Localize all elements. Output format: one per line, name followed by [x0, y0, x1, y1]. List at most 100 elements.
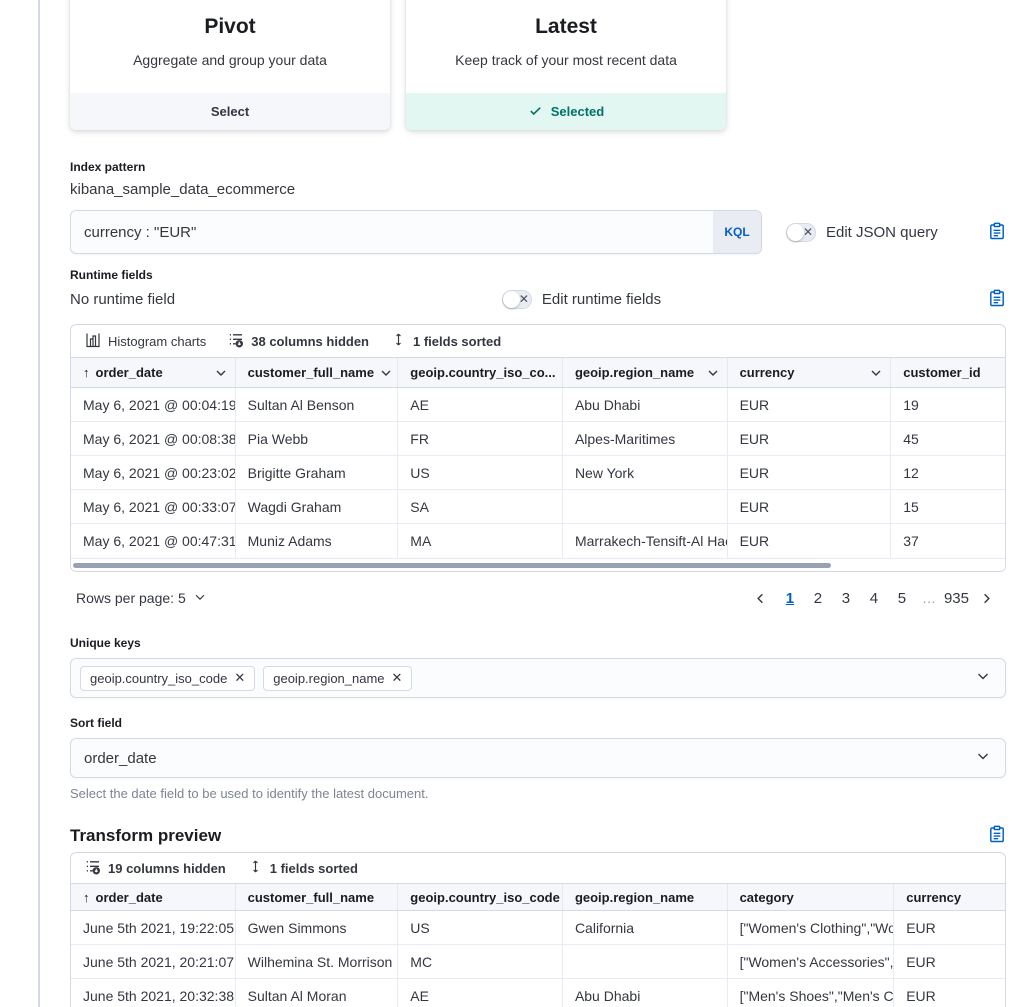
grid-cell[interactable]: AE: [398, 388, 563, 421]
grid-cell[interactable]: [563, 945, 728, 978]
grid-cell[interactable]: May 6, 2021 @ 00:23:02...: [71, 456, 236, 489]
unique-key-pill[interactable]: geoip.region_name ✕: [263, 666, 412, 691]
copy-json-query-button[interactable]: [988, 222, 1006, 243]
unique-keys-combobox[interactable]: geoip.country_iso_code✕ geoip.region_name…: [70, 658, 1006, 698]
column-label: order_date: [96, 890, 163, 905]
fields-sorted-button[interactable]: 1 fields sorted: [383, 328, 509, 354]
grid-cell[interactable]: Brigitte Graham: [236, 456, 399, 489]
fields-sorted-button[interactable]: 1 fields sorted: [240, 855, 366, 881]
column-header-customer_full_name[interactable]: customer_full_name: [236, 884, 399, 910]
grid-cell[interactable]: May 6, 2021 @ 00:08:38...: [71, 422, 236, 455]
grid-cell[interactable]: ["Women's Accessories","...: [728, 945, 895, 978]
grid-cell[interactable]: Alpes-Maritimes: [563, 422, 728, 455]
grid-cell[interactable]: ["Women's Clothing","Wo...: [728, 911, 895, 944]
query-text[interactable]: currency : "EUR": [71, 211, 713, 253]
grid-cell[interactable]: EUR: [728, 490, 892, 523]
grid-cell[interactable]: ["Men's Shoes","Men's Cl...: [728, 979, 895, 1007]
grid-cell[interactable]: US: [398, 456, 563, 489]
grid-cell[interactable]: 15: [891, 490, 1005, 523]
grid-cell[interactable]: New York: [563, 456, 728, 489]
page-button-3[interactable]: 3: [834, 586, 858, 610]
latest-card[interactable]: Latest Keep track of your most recent da…: [406, 0, 726, 130]
page-button-5[interactable]: 5: [890, 586, 914, 610]
edit-json-query-toggle[interactable]: ✕: [786, 223, 816, 242]
copy-runtime-fields-button[interactable]: [988, 289, 1006, 310]
rows-per-page-button[interactable]: Rows per page: 5: [76, 590, 207, 607]
grid-cell[interactable]: AE: [398, 979, 563, 1007]
column-header-order_date[interactable]: ↑order_date: [71, 884, 236, 910]
grid-cell[interactable]: Wilhemina St. Morrison: [236, 945, 399, 978]
grid-cell[interactable]: May 6, 2021 @ 00:47:31...: [71, 524, 236, 558]
page-button-4[interactable]: 4: [862, 586, 886, 610]
pivot-select-button[interactable]: Select: [70, 93, 390, 130]
grid-cell[interactable]: Muniz Adams: [236, 524, 399, 558]
remove-key-icon[interactable]: ✕: [392, 670, 403, 686]
grid-cell[interactable]: EUR: [894, 911, 1005, 944]
grid-cell[interactable]: 45: [891, 422, 1005, 455]
grid-cell[interactable]: Abu Dhabi: [563, 388, 728, 421]
remove-key-icon[interactable]: ✕: [234, 670, 245, 686]
grid-cell[interactable]: Gwen Simmons: [236, 911, 399, 944]
grid-cell[interactable]: May 6, 2021 @ 00:04:19...: [71, 388, 236, 421]
unique-key-label: geoip.region_name: [273, 671, 384, 686]
grid-cell[interactable]: MC: [398, 945, 563, 978]
column-label: geoip.region_name: [575, 365, 694, 380]
latest-selected-button[interactable]: Selected: [406, 93, 726, 130]
chevron-down-icon[interactable]: [975, 668, 991, 689]
column-header-currency[interactable]: currency: [728, 358, 892, 387]
grid-cell[interactable]: Pia Webb: [236, 422, 399, 455]
grid-cell[interactable]: EUR: [728, 388, 892, 421]
column-header-order_date[interactable]: ↑order_date: [71, 358, 236, 387]
column-header-currency[interactable]: currency: [894, 884, 1005, 910]
columns-hidden-button[interactable]: 38 columns hidden: [220, 328, 377, 355]
sort-field-select[interactable]: order_date: [70, 738, 1006, 778]
horizontal-scrollbar-thumb[interactable]: [73, 563, 831, 568]
grid-cell[interactable]: [563, 490, 728, 523]
histogram-charts-button[interactable]: Histogram charts: [77, 328, 214, 355]
grid-cell[interactable]: Sultan Al Moran: [236, 979, 399, 1007]
grid-cell[interactable]: June 5th 2021, 20:32:38: [71, 979, 236, 1007]
grid-cell[interactable]: May 6, 2021 @ 00:33:07...: [71, 490, 236, 523]
grid-cell[interactable]: MA: [398, 524, 563, 558]
grid-cell[interactable]: 12: [891, 456, 1005, 489]
grid-cell[interactable]: June 5th 2021, 20:21:07: [71, 945, 236, 978]
page-button-2[interactable]: 2: [806, 586, 830, 610]
column-header-customer_full_name[interactable]: customer_full_name: [236, 358, 399, 387]
grid-cell[interactable]: 19: [891, 388, 1005, 421]
copy-preview-button[interactable]: [988, 825, 1006, 846]
grid-cell[interactable]: EUR: [894, 979, 1005, 1007]
grid-cell[interactable]: EUR: [728, 524, 892, 558]
unique-key-pill[interactable]: geoip.country_iso_code✕: [80, 666, 255, 691]
grid-cell[interactable]: EUR: [728, 456, 892, 489]
grid-cell[interactable]: Wagdi Graham: [236, 490, 399, 523]
column-header-geoipcountry_iso_co[interactable]: geoip.country_iso_co...: [398, 358, 563, 387]
clipboard-icon: [988, 222, 1006, 243]
grid-cell[interactable]: June 5th 2021, 19:22:05: [71, 911, 236, 944]
grid-cell[interactable]: EUR: [894, 945, 1005, 978]
column-header-category[interactable]: category: [728, 884, 895, 910]
columns-hidden-button[interactable]: 19 columns hidden: [77, 855, 234, 882]
grid-cell[interactable]: SA: [398, 490, 563, 523]
kql-query-input[interactable]: currency : "EUR" KQL: [70, 210, 762, 254]
page-button-1[interactable]: 1: [778, 586, 802, 610]
grid-cell[interactable]: California: [563, 911, 728, 944]
previous-page-button[interactable]: [747, 591, 774, 606]
grid-cell[interactable]: Marrakech-Tensift-Al Hao...: [563, 524, 728, 558]
grid-cell[interactable]: Abu Dhabi: [563, 979, 728, 1007]
grid-cell[interactable]: FR: [398, 422, 563, 455]
grid-cell[interactable]: EUR: [728, 422, 892, 455]
column-header-geoipregion_name[interactable]: geoip.region_name: [563, 884, 728, 910]
page-button-935[interactable]: 935: [944, 586, 969, 610]
column-header-geoipregion_name[interactable]: geoip.region_name: [563, 358, 728, 387]
chevron-down-icon: [870, 367, 882, 379]
grid-cell[interactable]: 37: [891, 524, 1005, 558]
horizontal-scrollbar-track[interactable]: [71, 558, 1005, 571]
grid-cell[interactable]: US: [398, 911, 563, 944]
kql-language-badge[interactable]: KQL: [713, 211, 761, 253]
column-header-geoipcountry_iso_code[interactable]: geoip.country_iso_code: [398, 884, 563, 910]
next-page-button[interactable]: [973, 591, 1000, 606]
edit-runtime-fields-toggle[interactable]: ✕: [502, 290, 532, 309]
grid-cell[interactable]: Sultan Al Benson: [236, 388, 399, 421]
pivot-card[interactable]: Pivot Aggregate and group your data Sele…: [70, 0, 390, 130]
column-header-customer_id[interactable]: customer_id: [891, 358, 1005, 387]
